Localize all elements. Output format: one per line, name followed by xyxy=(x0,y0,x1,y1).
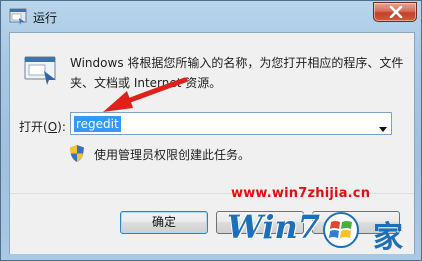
admin-note: 使用管理员权限创建此任务。 xyxy=(94,148,251,162)
watermark-url: www.win7zhijia.cn xyxy=(231,186,371,201)
title-bar[interactable]: 运行 xyxy=(1,1,421,33)
watermark-logo: Win7 家 xyxy=(223,206,419,256)
run-icon xyxy=(9,8,27,25)
watermark-logo-char: 家 xyxy=(373,220,403,255)
window-title: 运行 xyxy=(33,11,58,25)
open-label: 打开(O): xyxy=(19,120,66,134)
red-arrow-annotation xyxy=(103,77,188,112)
uac-shield-icon xyxy=(70,145,84,162)
run-dialog-window: 运行 Windows 将根据您所输入的名称，为您打开相应的程序、文件夹、文档或 … xyxy=(0,0,422,261)
close-button[interactable] xyxy=(373,2,417,22)
command-input-value[interactable]: regedit xyxy=(74,116,121,132)
ok-button[interactable]: 确定 xyxy=(120,211,208,234)
open-accel-key: O xyxy=(47,120,58,134)
close-icon xyxy=(389,6,403,18)
windows-logo-icon xyxy=(323,212,359,248)
chevron-down-icon[interactable] xyxy=(379,121,387,135)
watermark-logo-text: Win7 xyxy=(227,208,321,246)
run-program-icon xyxy=(24,55,58,85)
